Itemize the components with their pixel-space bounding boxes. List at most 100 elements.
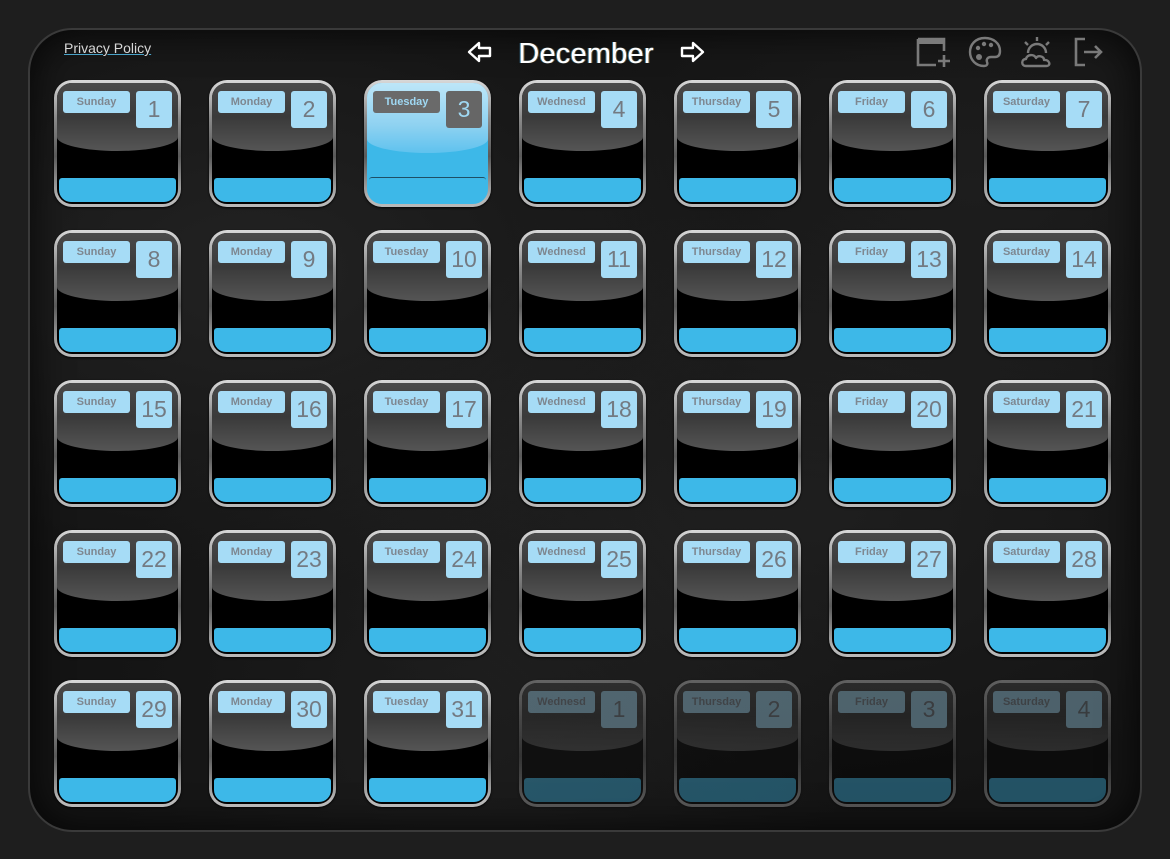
day-number: 2 xyxy=(291,91,327,128)
day-tile[interactable]: Tuesday 10 xyxy=(364,230,491,357)
logout-icon xyxy=(1071,35,1107,74)
day-tile[interactable]: Saturday 7 xyxy=(984,80,1111,207)
day-tile-body: Friday 27 xyxy=(832,533,953,654)
tile-event-bar xyxy=(989,328,1106,352)
logout-button[interactable] xyxy=(1070,36,1108,72)
day-tile-body: Tuesday 17 xyxy=(367,383,488,504)
weekday-label: Monday xyxy=(218,541,285,563)
tile-event-bar xyxy=(834,478,951,502)
day-tile[interactable]: Sunday 1 xyxy=(54,80,181,207)
day-tile[interactable]: Monday 2 xyxy=(209,80,336,207)
day-tile-body: Sunday 1 xyxy=(57,83,178,204)
day-number: 19 xyxy=(756,391,792,428)
sun-cloud-icon xyxy=(1018,35,1056,74)
tile-event-bar xyxy=(989,478,1106,502)
weekday-label: Thursday xyxy=(683,91,750,113)
day-number: 3 xyxy=(911,691,947,728)
day-tile-next-month[interactable]: Friday 3 xyxy=(829,680,956,807)
weekday-label: Thursday xyxy=(683,691,750,713)
weekday-label: Sunday xyxy=(63,541,130,563)
add-calendar-button[interactable] xyxy=(914,36,952,72)
day-tile-next-month[interactable]: Saturday 4 xyxy=(984,680,1111,807)
day-tile-body: Wednesd 18 xyxy=(522,383,643,504)
day-tile[interactable]: Wednesd 25 xyxy=(519,530,646,657)
day-number: 11 xyxy=(601,241,637,278)
day-tile-body: Tuesday 3 xyxy=(367,83,488,204)
previous-month-button[interactable] xyxy=(466,40,494,68)
day-number: 3 xyxy=(446,91,482,128)
tile-event-bar xyxy=(59,778,176,802)
tile-event-bar xyxy=(369,177,486,202)
day-tile-body: Thursday 26 xyxy=(677,533,798,654)
tile-event-bar xyxy=(989,178,1106,202)
tile-event-bar xyxy=(214,178,331,202)
tile-event-bar xyxy=(679,478,796,502)
weekday-label: Friday xyxy=(838,691,905,713)
day-tile-body: Monday 2 xyxy=(212,83,333,204)
day-tile[interactable]: Thursday 26 xyxy=(674,530,801,657)
day-tile-body: Friday 13 xyxy=(832,233,953,354)
day-tile[interactable]: Saturday 28 xyxy=(984,530,1111,657)
day-tile[interactable]: Monday 9 xyxy=(209,230,336,357)
day-tile[interactable]: Wednesd 18 xyxy=(519,380,646,507)
day-number: 24 xyxy=(446,541,482,578)
tile-event-bar xyxy=(214,778,331,802)
weekday-label: Thursday xyxy=(683,541,750,563)
weekday-label: Thursday xyxy=(683,391,750,413)
day-tile[interactable]: Saturday 21 xyxy=(984,380,1111,507)
day-tile-body: Monday 9 xyxy=(212,233,333,354)
tile-event-bar xyxy=(524,628,641,652)
day-tile[interactable]: Sunday 8 xyxy=(54,230,181,357)
day-tile[interactable]: Tuesday 17 xyxy=(364,380,491,507)
weekday-label: Wednesd xyxy=(528,91,595,113)
next-month-button[interactable] xyxy=(678,40,706,68)
day-tile[interactable]: Monday 23 xyxy=(209,530,336,657)
day-tile[interactable]: Sunday 29 xyxy=(54,680,181,807)
day-tile-today[interactable]: Tuesday 3 xyxy=(364,80,491,207)
day-tile[interactable]: Thursday 12 xyxy=(674,230,801,357)
arrow-right-outline-icon xyxy=(679,40,705,69)
day-tile-body: Monday 23 xyxy=(212,533,333,654)
day-tile-body: Tuesday 10 xyxy=(367,233,488,354)
day-number: 29 xyxy=(136,691,172,728)
theme-button[interactable] xyxy=(966,36,1004,72)
day-tile[interactable]: Thursday 5 xyxy=(674,80,801,207)
palette-icon xyxy=(967,35,1003,74)
weather-button[interactable] xyxy=(1018,36,1056,72)
day-tile[interactable]: Tuesday 31 xyxy=(364,680,491,807)
privacy-policy-link[interactable]: Privacy Policy xyxy=(64,40,151,56)
day-tile[interactable]: Monday 16 xyxy=(209,380,336,507)
day-tile[interactable]: Wednesd 4 xyxy=(519,80,646,207)
day-tile-body: Sunday 8 xyxy=(57,233,178,354)
day-tile[interactable]: Saturday 14 xyxy=(984,230,1111,357)
tile-event-bar xyxy=(679,628,796,652)
tile-event-bar xyxy=(214,628,331,652)
day-number: 30 xyxy=(291,691,327,728)
day-tile-body: Friday 6 xyxy=(832,83,953,204)
day-tile-body: Tuesday 24 xyxy=(367,533,488,654)
day-tile[interactable]: Tuesday 24 xyxy=(364,530,491,657)
day-number: 21 xyxy=(1066,391,1102,428)
day-number: 20 xyxy=(911,391,947,428)
day-tile[interactable]: Friday 27 xyxy=(829,530,956,657)
day-number: 22 xyxy=(136,541,172,578)
day-tile[interactable]: Friday 6 xyxy=(829,80,956,207)
day-tile[interactable]: Friday 20 xyxy=(829,380,956,507)
tile-event-bar xyxy=(989,628,1106,652)
day-tile-body: Wednesd 1 xyxy=(522,683,643,804)
day-tile[interactable]: Friday 13 xyxy=(829,230,956,357)
day-tile-body: Friday 3 xyxy=(832,683,953,804)
day-tile-body: Wednesd 25 xyxy=(522,533,643,654)
day-tile[interactable]: Sunday 15 xyxy=(54,380,181,507)
day-tile[interactable]: Thursday 19 xyxy=(674,380,801,507)
weekday-label: Monday xyxy=(218,91,285,113)
day-tile-next-month[interactable]: Wednesd 1 xyxy=(519,680,646,807)
day-tile[interactable]: Monday 30 xyxy=(209,680,336,807)
day-tile[interactable]: Wednesd 11 xyxy=(519,230,646,357)
day-tile-body: Thursday 5 xyxy=(677,83,798,204)
day-tile-body: Sunday 29 xyxy=(57,683,178,804)
day-tile[interactable]: Sunday 22 xyxy=(54,530,181,657)
day-tile-body: Monday 16 xyxy=(212,383,333,504)
day-tile-next-month[interactable]: Thursday 2 xyxy=(674,680,801,807)
day-number: 26 xyxy=(756,541,792,578)
